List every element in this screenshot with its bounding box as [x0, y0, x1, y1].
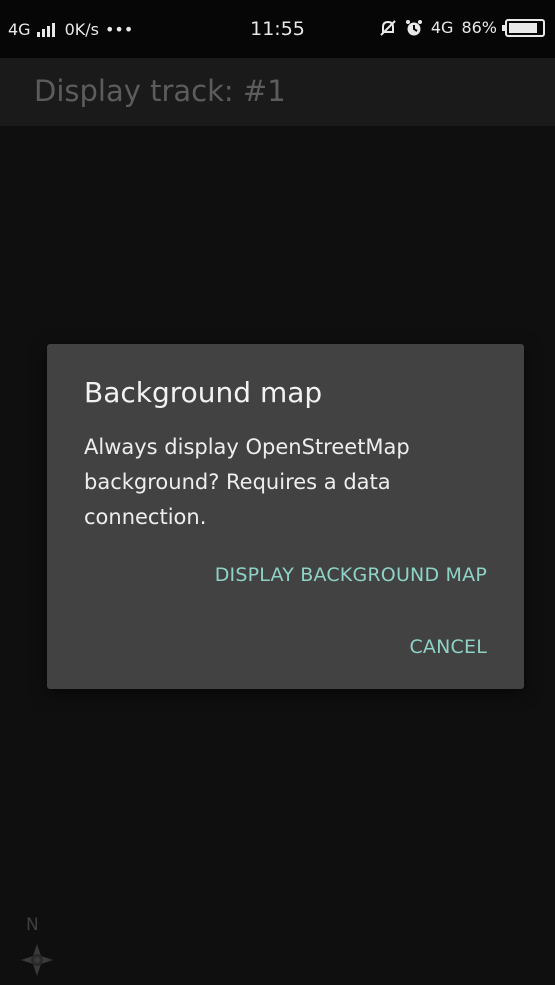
status-bar: 4G 0K/s ••• 11:55 4G 86%: [0, 0, 555, 58]
background-map-dialog: Background map Always display OpenStreet…: [47, 344, 524, 689]
compass-rose-icon: [21, 944, 53, 976]
compass[interactable]: N: [18, 915, 58, 979]
network-type-right: 4G: [430, 18, 454, 37]
status-right: 4G 86%: [379, 18, 545, 37]
alarm-icon: [405, 19, 422, 35]
battery-icon: [502, 18, 545, 37]
dialog-message: Always display OpenStreetMap background?…: [84, 435, 410, 529]
compass-north-label: N: [26, 915, 39, 935]
mute-bell-icon: [380, 19, 396, 36]
app-bar: Display track: #1: [0, 58, 555, 126]
screen: 4G 0K/s ••• 11:55 4G 86% Display track: …: [0, 0, 555, 985]
cancel-button[interactable]: CANCEL: [409, 636, 487, 658]
page-title: Display track: #1: [34, 74, 286, 108]
dialog-title: Background map: [84, 376, 323, 409]
battery-percent: 86%: [461, 18, 497, 37]
battery-fill: [509, 22, 537, 33]
display-background-map-button[interactable]: DISPLAY BACKGROUND MAP: [215, 564, 487, 586]
